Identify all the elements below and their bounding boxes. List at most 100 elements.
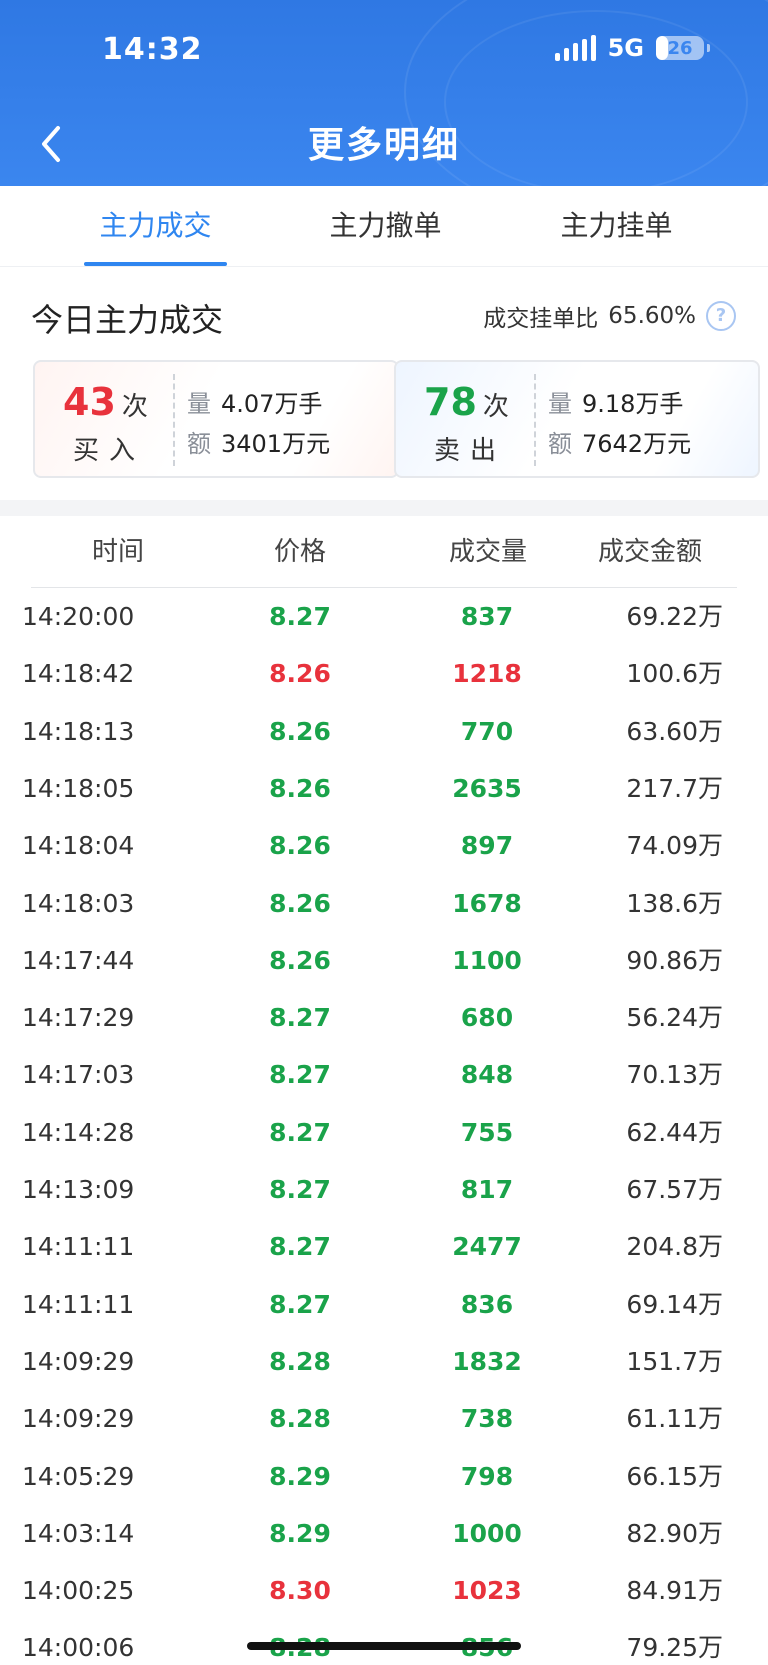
cell-time: 14:03:14 — [22, 1518, 135, 1548]
buy-amount-value: 3401万元 — [221, 430, 331, 458]
table-row[interactable]: 14:17:03 8.27 848 70.13万 — [0, 1046, 768, 1103]
network-type: 5G — [607, 34, 644, 62]
buy-volume-value: 4.07万手 — [221, 390, 323, 418]
cell-price: 8.26 — [269, 888, 331, 918]
table-row[interactable]: 14:11:11 8.27 836 69.14万 — [0, 1276, 768, 1333]
table-row[interactable]: 14:14:28 8.27 755 62.44万 — [0, 1104, 768, 1161]
table-row[interactable]: 14:18:05 8.26 2635 217.7万 — [0, 760, 768, 817]
cell-volume: 1000 — [452, 1518, 522, 1548]
cell-amount: 62.44万 — [626, 1117, 723, 1147]
home-indicator[interactable] — [247, 1642, 521, 1650]
table-row[interactable]: 14:09:29 8.28 1832 151.7万 — [0, 1333, 768, 1390]
cell-time: 14:18:13 — [22, 716, 135, 746]
cell-amount: 217.7万 — [626, 773, 723, 803]
buy-amount: 额 3401万元 — [187, 424, 330, 459]
cell-volume: 2635 — [452, 773, 522, 803]
cell-time: 14:13:09 — [22, 1175, 135, 1204]
cell-price: 8.30 — [269, 1576, 331, 1606]
buy-volume: 量 4.07万手 — [187, 384, 322, 419]
sell-amount-value: 7642万元 — [582, 430, 692, 458]
cell-volume: 837 — [460, 602, 514, 631]
table-row[interactable]: 14:11:11 8.27 2477 204.8万 — [0, 1218, 768, 1275]
buy-card: 43 次 买入 量 4.07万手 额 3401万元 — [33, 360, 399, 478]
app-header: 14:32 5G 26 更多明细 — [0, 0, 768, 186]
cell-price: 8.26 — [269, 945, 331, 975]
header-price: 价格 — [273, 537, 326, 567]
table-row[interactable]: 14:18:13 8.26 770 63.60万 — [0, 703, 768, 760]
cell-amount: 90.86万 — [626, 945, 723, 975]
cell-amount: 204.8万 — [626, 1232, 723, 1262]
help-icon[interactable]: ? — [706, 301, 736, 331]
cell-price: 8.26 — [269, 659, 331, 689]
tab-active-indicator — [84, 262, 227, 266]
buy-count-number: 43 — [63, 380, 116, 424]
table-row[interactable]: 14:13:09 8.27 817 67.57万 — [0, 1161, 768, 1218]
cell-time: 14:20:00 — [22, 602, 135, 631]
cell-amount: 61.11万 — [626, 1404, 723, 1434]
cell-price: 8.27 — [269, 1117, 331, 1147]
table-row[interactable]: 14:18:03 8.26 1678 138.6万 — [0, 875, 768, 932]
deal-order-ratio: 成交挂单比 65.60% ? — [483, 299, 736, 333]
cell-time: 14:17:03 — [22, 1060, 135, 1090]
card-divider — [173, 374, 175, 466]
table-row[interactable]: 14:05:29 8.29 798 66.15万 — [0, 1448, 768, 1505]
signal-icon — [554, 35, 596, 61]
cell-time: 14:17:29 — [22, 1003, 135, 1033]
header-time: 时间 — [91, 537, 144, 567]
cell-volume: 1100 — [452, 945, 522, 975]
ratio-value: 65.60% — [608, 303, 696, 329]
status-icons: 5G 26 — [554, 34, 710, 62]
table-header: 时间 价格 成交量 成交金额 — [0, 516, 768, 588]
table-row[interactable]: 14:09:29 8.28 738 61.11万 — [0, 1390, 768, 1447]
table-row[interactable]: 14:17:29 8.27 680 56.24万 — [0, 989, 768, 1046]
header-amount: 成交金额 — [597, 537, 702, 567]
cell-time: 14:18:04 — [22, 831, 135, 861]
cell-price: 8.26 — [269, 831, 331, 861]
cell-amount: 67.57万 — [626, 1175, 723, 1204]
cell-time: 14:17:44 — [22, 945, 135, 975]
sell-volume: 量 9.18万手 — [548, 384, 683, 419]
tab-main-orders[interactable]: 主力挂单 — [545, 186, 688, 266]
cell-amount: 138.6万 — [626, 888, 723, 918]
table-row[interactable]: 14:18:42 8.26 1218 100.6万 — [0, 645, 768, 702]
tab-main-deals[interactable]: 主力成交 — [84, 186, 227, 266]
cell-price: 8.27 — [269, 1060, 331, 1090]
cell-price: 8.27 — [269, 1003, 331, 1033]
ratio-label: 成交挂单比 — [483, 306, 599, 332]
cell-volume: 738 — [460, 1404, 514, 1434]
cell-amount: 79.25万 — [626, 1633, 723, 1663]
tab-bar: 主力成交 主力撤单 主力挂单 — [0, 186, 768, 267]
table-row[interactable]: 14:18:04 8.26 897 74.09万 — [0, 817, 768, 874]
amount-label: 额 — [548, 430, 572, 458]
cell-price: 8.27 — [269, 1289, 331, 1319]
cell-volume: 848 — [460, 1060, 514, 1090]
deals-table[interactable]: 14:20:00 8.27 837 69.22万 14:18:42 8.26 1218 100… — [0, 588, 768, 1665]
tab-main-cancels[interactable]: 主力撤单 — [314, 186, 457, 266]
cell-time: 14:18:03 — [22, 888, 135, 918]
battery-icon: 26 — [656, 36, 710, 60]
header-volume: 成交量 — [448, 537, 527, 567]
cell-time: 14:00:06 — [22, 1633, 135, 1663]
cell-price: 8.29 — [269, 1518, 331, 1548]
table-row[interactable]: 14:03:14 8.29 1000 82.90万 — [0, 1505, 768, 1562]
table-row[interactable]: 14:17:44 8.26 1100 90.86万 — [0, 932, 768, 989]
cell-price: 8.27 — [269, 602, 331, 631]
cell-amount: 151.7万 — [626, 1346, 723, 1376]
cell-time: 14:05:29 — [22, 1461, 135, 1491]
table-row[interactable]: 14:20:00 8.27 837 69.22万 — [0, 588, 768, 645]
cell-amount: 100.6万 — [626, 659, 723, 689]
cell-volume: 755 — [460, 1117, 514, 1147]
cell-time: 14:18:05 — [22, 773, 135, 803]
buy-side-label: 买入 — [73, 436, 146, 466]
table-row[interactable]: 14:00:25 8.30 1023 84.91万 — [0, 1562, 768, 1619]
page-title: 更多明细 — [307, 125, 460, 166]
cell-price: 8.26 — [269, 773, 331, 803]
cell-volume: 836 — [460, 1289, 514, 1319]
cell-volume: 770 — [460, 716, 514, 746]
amount-label: 额 — [187, 430, 211, 458]
cell-price: 8.26 — [269, 716, 331, 746]
sell-card: 78 次 卖出 量 9.18万手 额 7642万元 — [394, 360, 760, 478]
card-divider — [534, 374, 536, 466]
cell-price: 8.27 — [269, 1232, 331, 1262]
cell-amount: 66.15万 — [626, 1461, 723, 1491]
